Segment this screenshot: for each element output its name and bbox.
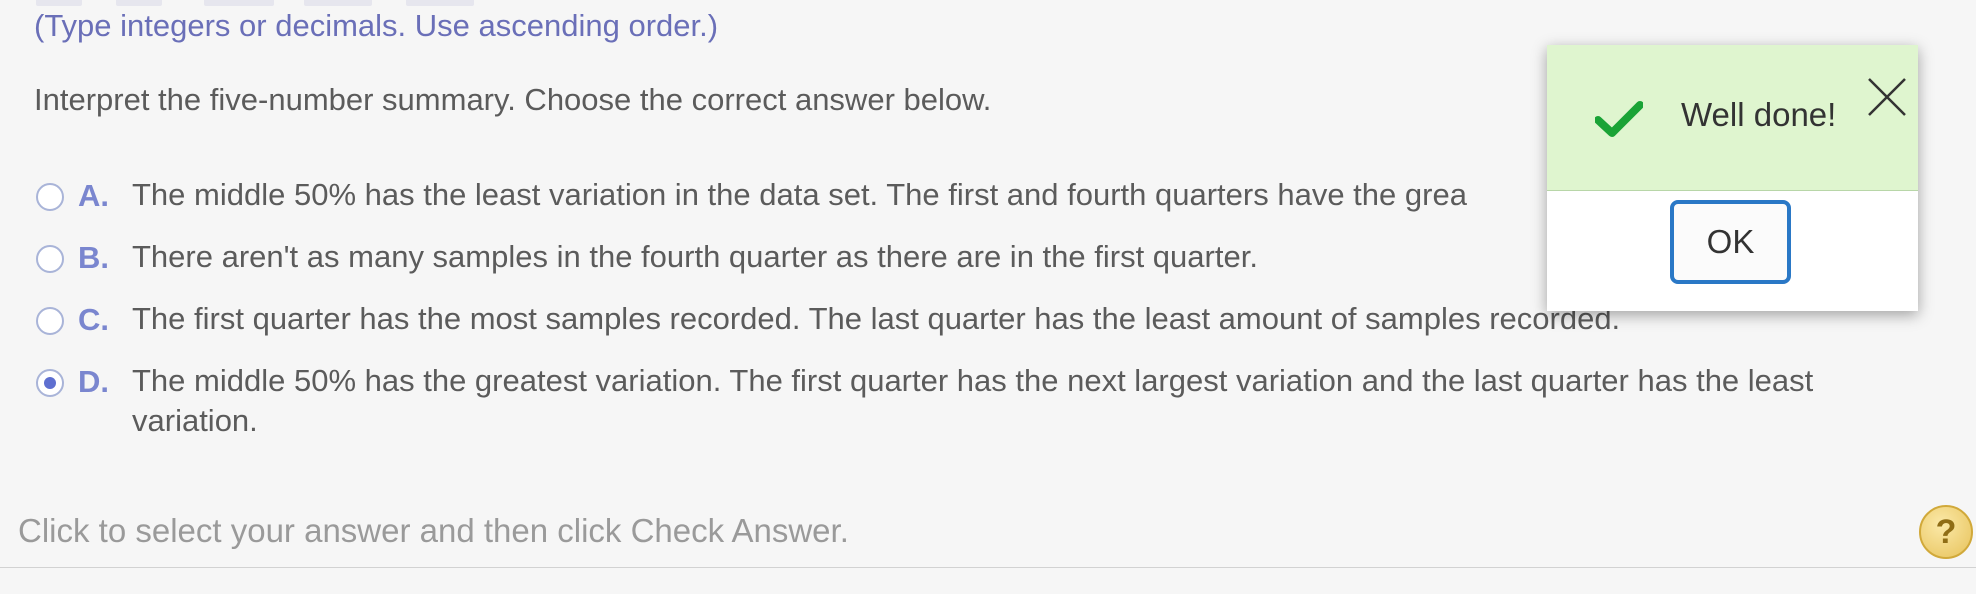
radio-button-a[interactable] xyxy=(36,183,64,211)
option-a[interactable]: A. The middle 50% has the least variatio… xyxy=(36,177,1467,215)
option-d[interactable]: D. The middle 50% has the greatest varia… xyxy=(36,363,1922,441)
option-text: The middle 50% has the greatest variatio… xyxy=(132,363,1814,438)
option-text: The first quarter has the most samples r… xyxy=(132,301,1621,336)
option-letter: D. xyxy=(78,364,109,399)
checkmark-icon xyxy=(1595,101,1643,137)
feedback-dialog: Well done! OK xyxy=(1547,45,1918,311)
answer-box-stub xyxy=(406,0,474,6)
close-icon[interactable] xyxy=(1865,75,1909,119)
option-letter: B. xyxy=(78,240,109,275)
option-letter: C. xyxy=(78,302,109,337)
question-prompt: Interpret the five-number summary. Choos… xyxy=(34,82,992,117)
footer-instruction: Click to select your answer and then cli… xyxy=(18,512,849,549)
input-hint: (Type integers or decimals. Use ascendin… xyxy=(34,8,719,43)
dialog-header: Well done! xyxy=(1547,45,1918,191)
radio-button-b[interactable] xyxy=(36,245,64,273)
option-text: The middle 50% has the least variation i… xyxy=(132,177,1467,212)
answer-box-stub xyxy=(116,0,162,6)
ok-button[interactable]: OK xyxy=(1670,200,1791,284)
answer-box-stub xyxy=(204,0,274,6)
radio-button-d[interactable] xyxy=(36,369,64,397)
radio-button-c[interactable] xyxy=(36,307,64,335)
option-letter: A. xyxy=(78,178,109,213)
answer-box-stub xyxy=(36,0,82,6)
answer-box-stub xyxy=(304,0,372,6)
footer-divider xyxy=(0,567,1976,568)
dialog-title: Well done! xyxy=(1681,96,1837,133)
help-button[interactable]: ? xyxy=(1919,505,1973,559)
option-c[interactable]: C. The first quarter has the most sample… xyxy=(36,301,1621,339)
option-text: There aren't as many samples in the four… xyxy=(132,239,1258,274)
option-b[interactable]: B. There aren't as many samples in the f… xyxy=(36,239,1258,277)
